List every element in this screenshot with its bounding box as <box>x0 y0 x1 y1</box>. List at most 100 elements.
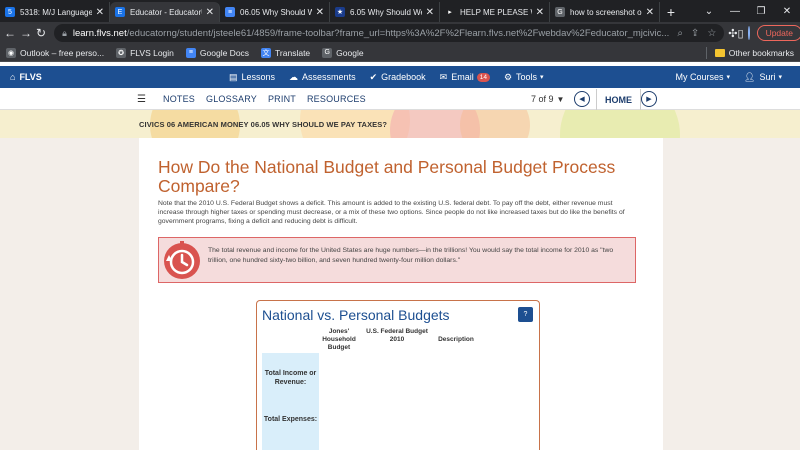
browser-tab[interactable]: 5 5318: M/J Language ✕ <box>0 2 110 22</box>
link-resources[interactable]: RESOURCES <box>307 94 366 104</box>
extensions-icon[interactable]: ✣ <box>728 27 737 40</box>
address-bar[interactable]: 🔒︎ learn.flvs.net/educatorng/student/jst… <box>54 24 725 42</box>
nav-label: Tools <box>516 72 538 82</box>
lesson-links: NOTES GLOSSARY PRINT RESOURCES <box>163 94 377 104</box>
bookmark-item[interactable]: 文 Translate <box>261 47 311 58</box>
tab-close-icon[interactable]: ✕ <box>646 7 654 18</box>
flvs-nav-items: ▤ Lessons ☁ Assessments ✔ Gradebook ✉ Email 14 ⚙ T… <box>229 72 558 83</box>
nav-assessments[interactable]: ☁ Assessments <box>289 72 356 83</box>
page-background: CIVICS 06 AMERICAN MONEY 06.05 WHY SHOUL… <box>0 110 800 450</box>
lock-icon[interactable]: 🔒︎ <box>62 28 67 39</box>
row-label-column <box>262 353 319 450</box>
forward-icon[interactable]: → <box>20 24 32 42</box>
tab-favicon-icon: E <box>115 7 125 17</box>
gradebook-icon: ✔ <box>369 71 378 82</box>
translate-icon: 文 <box>261 47 272 58</box>
next-page-button[interactable]: ▶ <box>641 91 657 107</box>
update-button[interactable]: Update <box>756 25 800 41</box>
bookmark-item[interactable]: ✪ FLVS Login <box>116 47 174 58</box>
page-indicator[interactable]: 7 of 9 ▼ <box>531 94 564 104</box>
bookmark-item[interactable]: ≡ Google Docs <box>185 47 250 58</box>
tab-favicon-icon: ★ <box>335 7 345 17</box>
nav-label: Email <box>451 72 474 82</box>
breadcrumb: CIVICS 06 AMERICAN MONEY 06.05 WHY SHOUL… <box>139 120 388 129</box>
nav-tools[interactable]: ⚙ Tools ▾ <box>504 72 544 83</box>
my-courses-label: My Courses <box>675 72 724 82</box>
other-bookmarks-label: Other bookmarks <box>728 47 794 58</box>
tab-close-icon[interactable]: ✕ <box>426 7 434 18</box>
browser-toolbar: ← → ↻ 🔒︎ learn.flvs.net/educatorng/stude… <box>0 22 800 44</box>
menu-icon[interactable]: ☰ <box>137 94 146 105</box>
browser-tab[interactable]: ★ 6.05 Why Should We ✕ <box>330 2 440 22</box>
bookmark-item[interactable]: ◉ Outlook – free perso... <box>6 47 105 58</box>
page-title: How Do the National Budget and Personal … <box>158 157 616 196</box>
lessons-icon: ▤ <box>229 71 238 82</box>
link-glossary[interactable]: GLOSSARY <box>206 94 257 104</box>
banner-decoration <box>560 110 680 138</box>
tab-close-icon[interactable]: ✕ <box>96 7 104 18</box>
flvs-navbar: ⌂ FLVS ▤ Lessons ☁ Assessments ✔ Gradebook ✉ Em… <box>0 66 800 88</box>
tab-close-icon[interactable]: ✕ <box>206 7 214 18</box>
widget-title: National vs. Personal Budgets <box>262 307 450 323</box>
flvs-logo[interactable]: ⌂ FLVS <box>0 72 42 82</box>
google-icon: G <box>322 47 333 58</box>
bookmark-label: Translate <box>275 47 311 58</box>
close-window-icon[interactable]: ✕ <box>774 0 800 22</box>
nav-lessons[interactable]: ▤ Lessons <box>229 72 275 83</box>
home-button[interactable]: HOME <box>596 89 641 110</box>
nav-label: Lessons <box>241 72 276 82</box>
tab-favicon-icon: ≡ <box>225 7 235 17</box>
flvs-nav-right: My Courses ▾ 👤︎ Suri ▾ <box>676 72 783 83</box>
reload-icon[interactable]: ↻ <box>36 24 46 42</box>
row-label-income: Total Income or Revenue: <box>264 370 317 386</box>
bookmark-label: Outlook – free perso... <box>20 47 105 58</box>
callout-text: The total revenue and income for the Uni… <box>208 247 614 264</box>
tab-title: 5318: M/J Language <box>20 7 92 17</box>
nav-label: Assessments <box>302 72 356 82</box>
profile-avatar[interactable] <box>747 26 750 40</box>
bookmark-label: Google Docs <box>199 47 250 58</box>
url-text: learn.flvs.net/educatorng/student/jsteel… <box>73 28 669 39</box>
browser-tab-strip: 5 5318: M/J Language ✕ E Educator - Educator… <box>0 0 800 22</box>
user-icon: 👤︎ <box>744 71 756 82</box>
tab-title: Educator - EducatorU <box>130 7 202 17</box>
tab-favicon-icon: 5 <box>5 7 15 17</box>
nav-gradebook[interactable]: ✔ Gradebook <box>370 72 426 83</box>
docs-icon: ≡ <box>185 47 196 58</box>
tab-close-icon[interactable]: ✕ <box>316 7 324 18</box>
bookmark-item[interactable]: G Google <box>322 47 364 58</box>
column-header-household: Jones' Household Budget <box>322 328 356 351</box>
back-icon[interactable]: ← <box>4 24 16 42</box>
minimize-icon[interactable]: — <box>722 0 748 22</box>
browser-tab[interactable]: ≡ 06.05 Why Should W ✕ <box>220 2 330 22</box>
bookmark-label: FLVS Login <box>130 47 174 58</box>
help-button[interactable]: ? <box>518 307 533 322</box>
window-controls: ⌄ — ❐ ✕ <box>696 0 800 22</box>
tab-search-icon[interactable]: ⌄ <box>696 0 722 22</box>
user-menu[interactable]: 👤︎ Suri ▾ <box>744 72 782 83</box>
new-tab-button[interactable]: + <box>660 2 682 22</box>
banner-decoration <box>460 110 530 138</box>
intro-paragraph: Note that the 2010 U.S. Federal Budget s… <box>158 200 625 226</box>
share-icon[interactable]: ⇪ <box>691 28 699 39</box>
maximize-icon[interactable]: ❐ <box>748 0 774 22</box>
link-notes[interactable]: NOTES <box>163 94 195 104</box>
tab-favicon-icon: ▸ <box>445 7 455 17</box>
caret-down-icon: ▾ <box>778 74 782 81</box>
nav-email[interactable]: ✉ Email 14 <box>440 72 490 83</box>
page-indicator-text: 7 of 9 <box>531 94 554 104</box>
link-print[interactable]: PRINT <box>268 94 296 104</box>
browser-tab[interactable]: ▸ HELP ME PLEASE Wit ✕ <box>440 2 550 22</box>
zoom-search-icon[interactable]: ⌕ <box>677 28 683 39</box>
tab-favicon-icon: G <box>555 7 565 17</box>
bookmark-star-icon[interactable]: ☆ <box>707 28 716 39</box>
tab-close-icon[interactable]: ✕ <box>536 7 544 18</box>
tab-title: HELP ME PLEASE Wit <box>460 7 532 17</box>
browser-tab[interactable]: Ghow to screenshot o ✕ <box>550 2 660 22</box>
browser-tab[interactable]: E Educator - EducatorU ✕ <box>110 2 220 22</box>
sidepanel-icon[interactable]: ▯ <box>738 27 744 40</box>
other-bookmarks[interactable]: Other bookmarks <box>705 46 794 59</box>
previous-page-button[interactable]: ◀ <box>574 91 590 107</box>
my-courses-menu[interactable]: My Courses ▾ <box>676 72 731 82</box>
assessments-icon: ☁ <box>289 71 299 82</box>
